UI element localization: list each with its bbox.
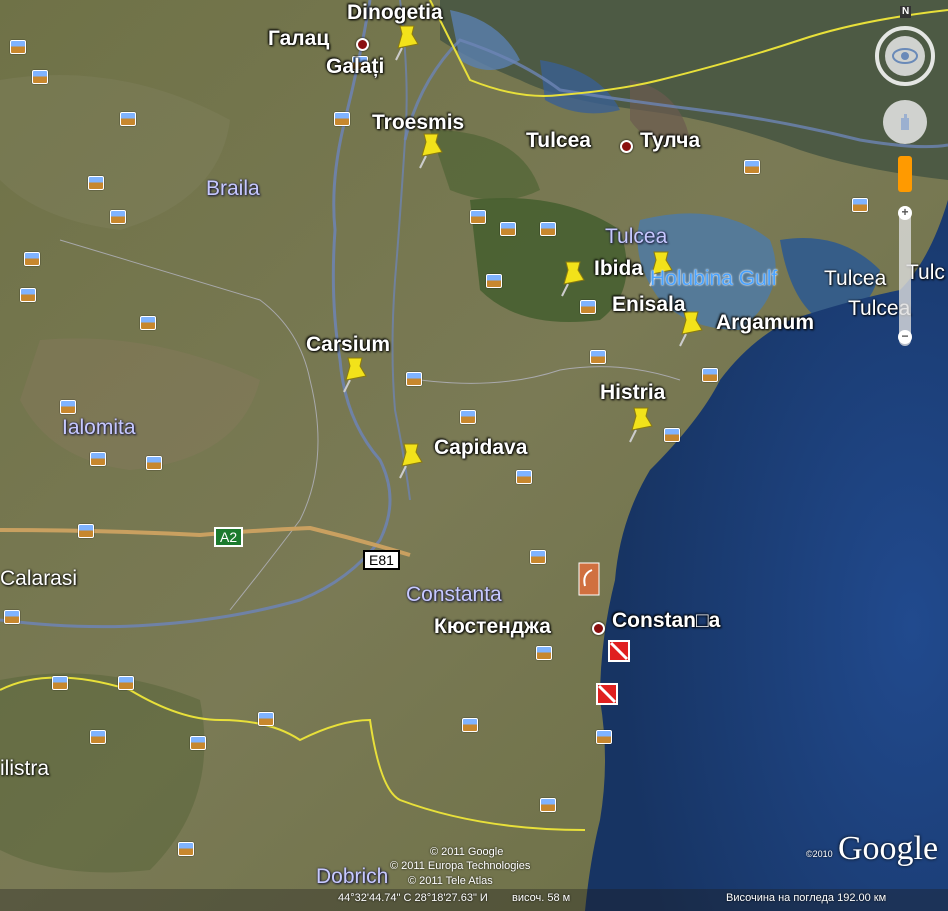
photo-icon[interactable] (500, 222, 516, 236)
status-bar: 44°32'44.74" С 28°18'27.63" И височ. 58 … (0, 889, 948, 911)
photo-icon[interactable] (406, 372, 422, 386)
photo-icon[interactable] (664, 428, 680, 442)
photo-icon[interactable] (178, 842, 194, 856)
zoom-in-icon[interactable]: + (899, 206, 911, 220)
diving-flag-icon[interactable] (596, 683, 618, 705)
photo-icon[interactable] (90, 730, 106, 744)
label-braila-region[interactable]: Braila (206, 178, 260, 199)
label-tulcea-cyrillic[interactable]: Тулча (640, 130, 700, 151)
road-shield-e81: E81 (363, 550, 400, 570)
photo-icon[interactable] (462, 718, 478, 732)
photo-icon[interactable] (702, 368, 718, 382)
photo-icon[interactable] (10, 40, 26, 54)
label-carsium[interactable]: Carsium (306, 334, 390, 355)
photo-icon[interactable] (334, 112, 350, 126)
label-dobrich[interactable]: Dobrich (316, 866, 388, 887)
city-dot-icon[interactable] (592, 622, 605, 635)
copyright-line-2: © 2011 Europa Technologies (390, 860, 531, 872)
photo-icon[interactable] (580, 300, 596, 314)
marina-icon[interactable] (578, 562, 600, 596)
status-coordinates: 44°32'44.74" С 28°18'27.63" И (338, 892, 488, 904)
photo-icon[interactable] (120, 112, 136, 126)
pushpin-icon[interactable] (396, 440, 428, 480)
label-tulcea-city[interactable]: Tulcea (526, 130, 591, 151)
photo-icon[interactable] (470, 210, 486, 224)
label-dinogetia[interactable]: Dinogetia (347, 2, 443, 23)
move-joystick-icon[interactable] (893, 110, 917, 134)
label-constanta-cyrillic[interactable]: Кюстенджа (434, 616, 551, 637)
compass-north-label[interactable]: N (900, 6, 912, 18)
pushpin-icon[interactable] (416, 130, 448, 170)
copyright-line-3: © 2011 Tele Atlas (408, 875, 493, 887)
road-shield-a2: A2 (214, 527, 244, 547)
pushpin-icon[interactable] (392, 22, 424, 62)
label-silistra[interactable]: ilistra (0, 758, 49, 779)
label-calarasi[interactable]: Calarasi (0, 568, 77, 589)
label-holubina-gulf[interactable]: Holubina Gulf (650, 268, 777, 289)
photo-icon[interactable] (540, 798, 556, 812)
diving-flag-icon[interactable] (608, 640, 630, 662)
photo-icon[interactable] (110, 210, 126, 224)
copyright-line-1: © 2011 Google (430, 846, 504, 858)
label-galati[interactable]: Galați (326, 56, 384, 77)
label-constanta-region[interactable]: Constanta (406, 584, 502, 605)
photo-icon[interactable] (744, 160, 760, 174)
photo-icon[interactable] (20, 288, 36, 302)
label-argamum[interactable]: Argamum (716, 312, 814, 333)
photo-icon[interactable] (540, 222, 556, 236)
google-logo: Google (838, 830, 939, 867)
photo-icon[interactable] (516, 470, 532, 484)
label-capidava[interactable]: Capidava (434, 437, 527, 458)
status-eye-altitude: Височина на погледа 192.00 км (726, 892, 887, 904)
photo-icon[interactable] (146, 456, 162, 470)
navigation-controls[interactable]: N + − (870, 6, 940, 346)
pushpin-icon[interactable] (558, 258, 590, 298)
photo-icon[interactable] (530, 550, 546, 564)
photo-icon[interactable] (590, 350, 606, 364)
photo-icon[interactable] (32, 70, 48, 84)
photo-icon[interactable] (118, 676, 134, 690)
photo-icon[interactable] (258, 712, 274, 726)
photo-icon[interactable] (852, 198, 868, 212)
label-troesmis[interactable]: Troesmis (372, 112, 464, 133)
photo-icon[interactable] (24, 252, 40, 266)
pushpin-icon[interactable] (626, 404, 658, 444)
map-view[interactable]: A2 E81 Dinogetia Галац Galați Troesmis T… (0, 0, 948, 911)
label-enisala[interactable]: Enisala (612, 294, 686, 315)
photo-icon[interactable] (88, 176, 104, 190)
status-elevation: височ. 58 м (512, 892, 571, 904)
google-logo-year: ©2010 (806, 849, 833, 859)
label-histria[interactable]: Histria (600, 382, 665, 403)
label-tulcea-region[interactable]: Tulcea (605, 226, 667, 247)
photo-icon[interactable] (52, 676, 68, 690)
photo-icon[interactable] (78, 524, 94, 538)
photo-icon[interactable] (460, 410, 476, 424)
photo-icon[interactable] (486, 274, 502, 288)
photo-icon[interactable] (90, 452, 106, 466)
label-ibida[interactable]: Ibida (594, 258, 643, 279)
city-dot-icon[interactable] (620, 140, 633, 153)
zoom-out-icon[interactable]: − (899, 330, 911, 344)
photo-icon[interactable] (60, 400, 76, 414)
photo-icon[interactable] (536, 646, 552, 660)
label-ialomita-region[interactable]: Ialomita (62, 417, 136, 438)
pegman-icon[interactable] (898, 156, 912, 192)
city-dot-icon[interactable] (356, 38, 369, 51)
photo-icon[interactable] (4, 610, 20, 624)
pushpin-icon[interactable] (340, 354, 372, 394)
label-constanta[interactable]: Constan□a (612, 610, 720, 631)
photo-icon[interactable] (596, 730, 612, 744)
photo-icon[interactable] (140, 316, 156, 330)
photo-icon[interactable] (190, 736, 206, 750)
look-joystick-icon[interactable] (891, 44, 919, 68)
label-galati-cyrillic[interactable]: Галац (268, 28, 329, 49)
